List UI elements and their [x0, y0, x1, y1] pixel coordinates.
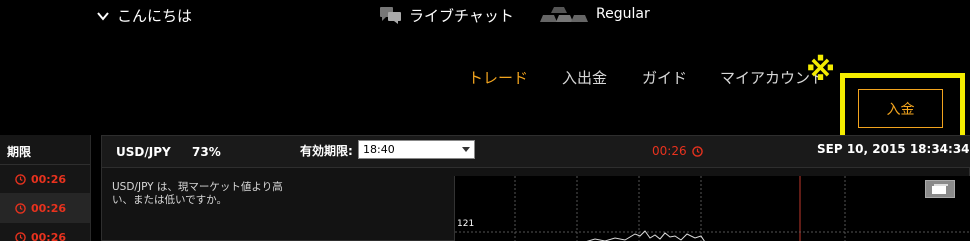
- clock-icon: [15, 202, 26, 214]
- main-nav: トレード 入出金 ガイド マイアカウント ※ 入金: [0, 31, 970, 146]
- live-chat-label: ライブチャット: [409, 7, 514, 25]
- server-datetime: SEP 10, 2015 18:34:34: [817, 142, 970, 156]
- expiry-list-item[interactable]: 00:26: [0, 223, 90, 241]
- nav-guide[interactable]: ガイド: [642, 67, 687, 88]
- chat-icon: [380, 6, 401, 24]
- top-bar: こんにちは ライブチャット Regular: [0, 0, 970, 31]
- price-chart-canvas: [455, 176, 970, 241]
- countdown-value: 00:26: [652, 144, 687, 158]
- account-level: Regular: [540, 5, 650, 23]
- expiry-time: 00:26: [31, 230, 67, 241]
- expiry-time: 00:26: [31, 172, 67, 186]
- dropdown-arrow-icon: [462, 147, 470, 152]
- trade-panel-header: USD/JPY 73% 有効期限: 18:40 00:26 SEP 10, 20…: [102, 136, 970, 168]
- payout-rate: 73%: [192, 145, 221, 159]
- expiry-list-header: 期限: [0, 135, 90, 165]
- live-chat-link[interactable]: ライブチャット: [380, 5, 514, 26]
- expiry-time: 00:26: [31, 201, 67, 215]
- expiry-list-item[interactable]: 00:26: [0, 165, 90, 194]
- price-chart[interactable]: 121: [454, 176, 970, 241]
- expiry-select[interactable]: 18:40: [358, 140, 475, 159]
- clock-icon: [15, 231, 26, 241]
- trade-question: USD/JPY は、現マーケット値より高い、または低いですか。: [112, 181, 283, 206]
- greeting-text: こんにちは: [117, 7, 193, 25]
- expiry-list-panel: 期限 00:26 00:26 00:26: [0, 135, 91, 241]
- price-axis-label: 121: [457, 219, 475, 229]
- clock-icon: [691, 145, 703, 157]
- greeting-menu[interactable]: こんにちは: [95, 5, 192, 26]
- expiry-select-value: 18:40: [363, 143, 395, 156]
- deposit-button[interactable]: 入金: [858, 89, 943, 128]
- nav-trade[interactable]: トレード: [468, 67, 528, 88]
- chart-toggle-icon: [932, 184, 948, 194]
- annotation-mark: ※: [806, 53, 836, 88]
- currency-pair: USD/JPY: [116, 145, 171, 159]
- chart-type-button[interactable]: [925, 180, 955, 198]
- expiry-list-item[interactable]: 00:26: [0, 194, 90, 223]
- gold-bars-icon: [540, 7, 588, 22]
- chevron-down-icon: [97, 11, 109, 21]
- trade-panel: USD/JPY 73% 有効期限: 18:40 00:26 SEP 10, 20…: [101, 135, 970, 241]
- countdown-timer: 00:26: [652, 144, 703, 158]
- clock-icon: [15, 173, 26, 185]
- expiry-label: 有効期限:: [300, 144, 353, 158]
- nav-deposit-withdraw[interactable]: 入出金: [562, 67, 607, 88]
- account-level-label: Regular: [596, 6, 650, 22]
